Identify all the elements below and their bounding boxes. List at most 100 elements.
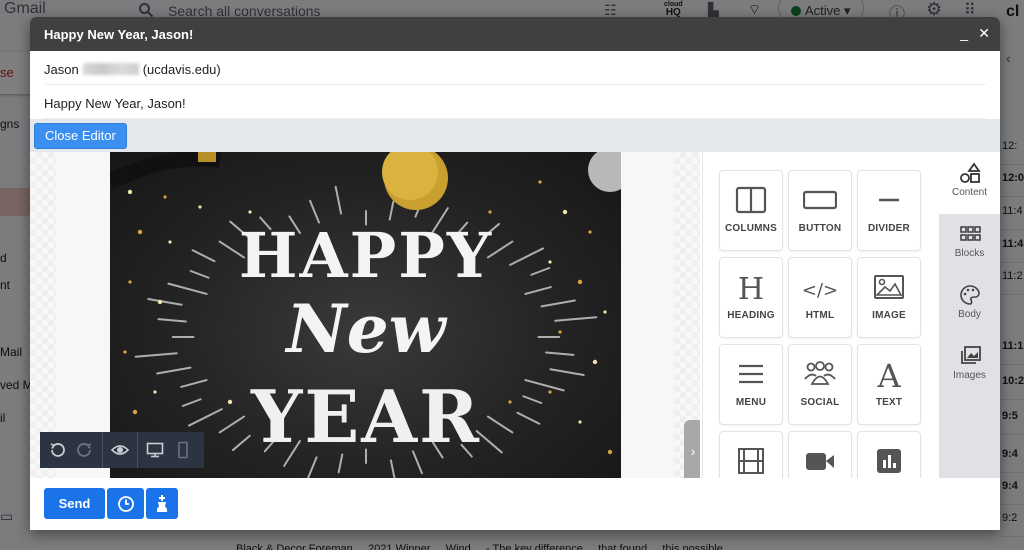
- firework-ray: [530, 267, 551, 276]
- confetti-dot: [588, 230, 592, 234]
- menu-icon: [739, 364, 763, 384]
- confetti-dot: [548, 260, 552, 264]
- compose-window: Happy New Year, Jason! _ ✕ Jason (ucdavis…: [30, 17, 1000, 530]
- content-tile-text[interactable]: A TEXT: [857, 344, 921, 425]
- firework-ray: [147, 297, 183, 306]
- tab-label: Content: [951, 187, 988, 198]
- content-tile-button[interactable]: BUTTON: [788, 170, 852, 251]
- confetti-dot: [578, 420, 582, 424]
- editor-side-tabs: Content Blocks Body Images: [939, 152, 1000, 478]
- confetti-dot: [548, 390, 552, 394]
- content-tile-label: DIVIDER: [868, 223, 910, 234]
- gold-accent: [198, 152, 216, 162]
- redo-icon[interactable]: [76, 441, 94, 459]
- send-button[interactable]: Send: [44, 488, 105, 519]
- palette-icon: [959, 285, 980, 305]
- content-tile-label: TEXT: [875, 397, 903, 408]
- desktop-icon[interactable]: [146, 441, 164, 459]
- confetti-dot: [137, 229, 143, 235]
- mail-merge-button[interactable]: [146, 488, 178, 519]
- firework-ray: [549, 368, 585, 377]
- clock-icon: [117, 495, 134, 512]
- content-tile-label: HTML: [805, 310, 835, 321]
- content-tile-image[interactable]: IMAGE: [857, 257, 921, 338]
- firework-ray: [554, 316, 598, 322]
- content-tile-chart[interactable]: [857, 431, 921, 478]
- confetti-dot: [198, 205, 202, 209]
- confetti-dot: [157, 299, 163, 305]
- tab-images[interactable]: Images: [939, 335, 1000, 397]
- confetti-dot: [153, 390, 157, 394]
- subject-field[interactable]: Happy New Year, Jason!: [44, 85, 986, 119]
- mobile-icon[interactable]: [174, 441, 192, 459]
- firework-ray: [522, 395, 543, 404]
- firework-ray: [180, 379, 208, 388]
- collapse-panel-handle[interactable]: ›: [684, 420, 700, 478]
- tab-body[interactable]: Body: [939, 274, 1000, 336]
- hero-text-year: YEAR: [250, 374, 481, 459]
- content-tile-video[interactable]: [788, 431, 852, 478]
- minimize-icon[interactable]: _: [960, 25, 968, 41]
- video-icon: [806, 453, 834, 470]
- firework-ray: [388, 200, 395, 221]
- chess-king-icon: [157, 494, 167, 512]
- editor-bar: Close Editor: [30, 119, 1000, 152]
- content-tile-label: COLUMNS: [725, 223, 777, 234]
- redacted-surname: [82, 63, 139, 75]
- confetti-dot: [538, 180, 542, 184]
- preview-toolbar: [40, 432, 204, 468]
- happy-new-year-artwork: HAPPY New YEAR: [110, 152, 621, 478]
- code-icon: </>: [803, 280, 837, 301]
- confetti-dot: [123, 350, 127, 354]
- confetti-dot: [227, 399, 233, 405]
- button-icon: [803, 190, 837, 210]
- content-tile-divider[interactable]: DIVIDER: [857, 170, 921, 251]
- images-icon: [960, 346, 981, 364]
- firework-ray: [516, 411, 541, 425]
- content-tile-social[interactable]: SOCIAL: [788, 344, 852, 425]
- tab-blocks[interactable]: Blocks: [939, 213, 1000, 275]
- firework-ray: [231, 434, 251, 452]
- heading-icon: H: [738, 272, 764, 304]
- to-field[interactable]: Jason (ucdavis.edu): [44, 51, 986, 85]
- undo-icon[interactable]: [48, 441, 66, 459]
- content-tile-label: HEADING: [727, 310, 775, 321]
- confetti-dot: [603, 310, 607, 314]
- schedule-send-button[interactable]: [107, 488, 144, 519]
- firework-ray: [545, 351, 575, 356]
- content-tile-heading[interactable]: H HEADING: [719, 257, 783, 338]
- firework-ray: [189, 270, 210, 279]
- email-canvas[interactable]: HAPPY New YEAR ›: [30, 152, 700, 478]
- shapes-icon: [959, 162, 981, 183]
- content-tile-label: SOCIAL: [800, 397, 840, 408]
- close-editor-button[interactable]: Close Editor: [34, 123, 127, 149]
- hero-text-happy: HAPPY: [239, 219, 493, 292]
- tab-label: Blocks: [954, 248, 985, 259]
- tab-content[interactable]: Content: [939, 152, 1000, 214]
- content-tile-label: MENU: [735, 397, 767, 408]
- silver-ornament: [588, 152, 621, 192]
- firework-ray: [167, 282, 208, 295]
- recipient-domain: (ucdavis.edu): [142, 62, 221, 77]
- confetti-dot: [607, 449, 613, 455]
- firework-ray: [134, 352, 178, 358]
- content-tools-panel: COLUMNS BUTTON DIVIDER H HEADING </> HTML IMAGE…: [702, 152, 939, 478]
- content-tile-film[interactable]: [719, 431, 783, 478]
- content-tile-columns[interactable]: COLUMNS: [719, 170, 783, 251]
- grid-icon: [959, 226, 981, 241]
- canvas-margin-left: [30, 152, 56, 478]
- hero-image[interactable]: HAPPY New YEAR: [110, 152, 621, 478]
- firework-ray: [218, 415, 246, 434]
- firework-ray: [188, 408, 223, 427]
- compose-footer: Send: [30, 478, 1000, 530]
- content-tile-html[interactable]: </> HTML: [788, 257, 852, 338]
- confetti-dot: [248, 210, 252, 214]
- preview-eye-icon[interactable]: [111, 441, 129, 459]
- confetti-dot: [577, 279, 583, 285]
- close-icon[interactable]: ✕: [978, 25, 990, 42]
- social-icon: [804, 361, 836, 385]
- content-tile-menu[interactable]: MENU: [719, 344, 783, 425]
- confetti-dot: [562, 209, 568, 215]
- divider-icon: [879, 198, 899, 202]
- compose-header: Happy New Year, Jason! _ ✕: [30, 17, 1000, 51]
